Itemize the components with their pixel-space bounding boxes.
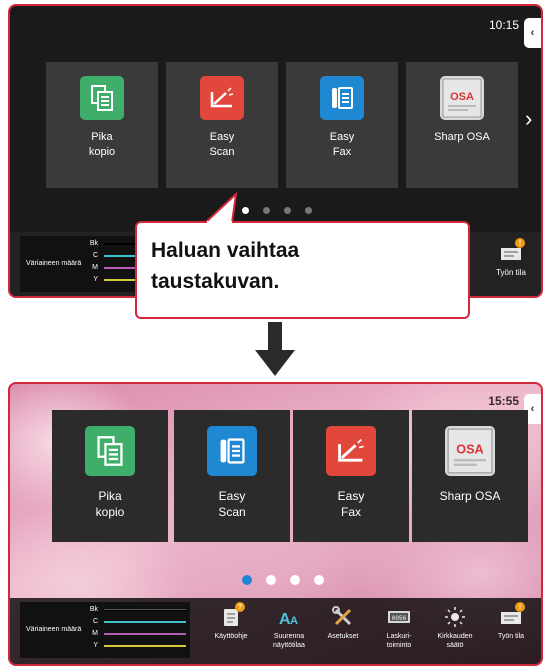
settings-icon <box>331 606 355 628</box>
clock: 15:55 <box>488 394 519 408</box>
counter-icon: 0056 <box>387 606 411 628</box>
enlarge-display-button[interactable]: AA Suurenna näyttötilaa <box>262 606 316 650</box>
manual-button[interactable]: ? Käyttöohje <box>204 602 258 641</box>
toner-bar <box>104 632 186 635</box>
notification-badge: ! <box>515 238 525 248</box>
fax-icon <box>207 426 257 476</box>
settings-button[interactable]: Asetukset <box>316 606 370 641</box>
tile-easy-scan[interactable]: Easy Scan <box>166 62 278 188</box>
toner-level-panel: Väriaineen määrä Bk C M Y <box>20 602 190 658</box>
speech-callout: Haluan vaihtaa taustakuvan. <box>135 221 470 319</box>
toner-row: C <box>86 618 186 625</box>
toner-label: Y <box>93 642 98 649</box>
toner-label: M <box>92 264 98 271</box>
chevron-left-icon: ‹ <box>530 27 535 39</box>
toner-title: Väriaineen määrä <box>26 626 82 633</box>
tile-sharp-osa[interactable]: OSA Sharp OSA <box>412 410 528 542</box>
job-status-icon: ! <box>499 238 525 264</box>
bottom-status-bar: Väriaineen määrä Bk C M Y ? Käyttöohje A… <box>10 598 541 664</box>
tile-quick-copy[interactable]: Pika kopio <box>46 62 158 188</box>
toner-bar <box>104 644 186 647</box>
page-dot[interactable] <box>314 575 324 585</box>
tile-easy-fax[interactable]: Easy Fax <box>293 410 409 542</box>
home-screen-after: 15:55 ‹ Pika kopio Easy Scan Easy Fax OS… <box>8 382 543 666</box>
tile-label: Pika kopio <box>95 489 125 519</box>
side-panel-tab[interactable]: ‹ <box>524 18 541 48</box>
toner-label: Bk <box>89 606 98 613</box>
page-dot[interactable] <box>290 575 300 585</box>
callout-line: taustakuvan. <box>151 270 280 293</box>
scan-icon <box>326 426 376 476</box>
svg-text:0056: 0056 <box>392 615 407 622</box>
page-dot[interactable] <box>305 207 312 214</box>
tile-label: Easy Fax <box>337 489 365 519</box>
notification-badge: ! <box>515 602 525 612</box>
page-dot[interactable] <box>242 575 252 585</box>
brightness-icon <box>443 606 467 628</box>
page-dot[interactable] <box>263 207 270 214</box>
toner-row: M <box>86 630 186 637</box>
tile-label: Pika kopio <box>88 131 116 158</box>
counter-button[interactable]: 0056 Laskuri- toiminto <box>372 606 426 650</box>
tile-sharp-osa[interactable]: OSA Sharp OSA <box>406 62 518 188</box>
button-label: Kirkkauden säätö <box>437 633 473 649</box>
toner-row: Bk <box>86 606 186 613</box>
toner-bar <box>104 608 186 611</box>
help-badge: ? <box>235 602 245 612</box>
tile-label: Sharp OSA <box>439 489 501 503</box>
next-page-arrow-icon[interactable]: › <box>525 106 532 132</box>
toner-label: Y <box>93 276 98 283</box>
job-status-button[interactable]: ! Työn tila <box>484 238 538 277</box>
clock: 10:15 <box>488 18 519 32</box>
svg-text:OSA: OSA <box>450 91 474 103</box>
tile-label: Easy Scan <box>218 489 246 519</box>
toner-bar <box>104 620 186 623</box>
button-label: Käyttöohje <box>214 633 248 640</box>
tile-easy-scan[interactable]: Easy Scan <box>174 410 290 542</box>
button-label: Suurenna näyttötilaa <box>273 633 305 649</box>
page-indicator <box>242 207 312 214</box>
toner-row: Y <box>86 642 186 649</box>
tile-quick-copy[interactable]: Pika kopio <box>52 410 168 542</box>
toner-label: M <box>92 630 98 637</box>
button-label: Asetukset <box>327 633 359 640</box>
osa-icon: OSA <box>440 76 484 120</box>
page-dot[interactable] <box>284 207 291 214</box>
copy-icon <box>80 76 124 120</box>
scan-icon <box>200 76 244 120</box>
toner-level-panel: Väriaineen määrä Bk C M Y <box>20 236 150 292</box>
toner-title: Väriaineen määrä <box>26 260 82 267</box>
button-label: Työn tila <box>497 633 525 640</box>
tile-label: Easy Fax <box>329 131 355 158</box>
tile-label: Sharp OSA <box>434 131 490 143</box>
tile-easy-fax[interactable]: Easy Fax <box>286 62 398 188</box>
page-dot[interactable] <box>266 575 276 585</box>
toner-label: C <box>92 252 98 259</box>
copy-icon <box>85 426 135 476</box>
job-status-icon: ! <box>499 602 525 628</box>
callout-line: Haluan vaihtaa <box>151 239 300 262</box>
button-label: Työn tila <box>496 268 526 277</box>
svg-text:A: A <box>290 615 298 626</box>
job-status-button[interactable]: ! Työn tila <box>484 602 538 641</box>
enlarge-text-icon: AA <box>277 606 301 628</box>
page-dot[interactable] <box>242 207 249 214</box>
svg-text:OSA: OSA <box>456 442 483 456</box>
chevron-left-icon: ‹ <box>530 403 535 415</box>
button-label: Laskuri- toiminto <box>386 633 412 649</box>
brightness-button[interactable]: Kirkkauden säätö <box>428 606 482 650</box>
toner-label: C <box>92 618 98 625</box>
toner-label: Bk <box>89 240 98 247</box>
page-indicator <box>242 575 324 585</box>
manual-icon: ? <box>219 602 245 628</box>
osa-icon: OSA <box>445 426 495 476</box>
fax-icon <box>320 76 364 120</box>
arrow-down-icon <box>255 322 295 376</box>
tile-label: Easy Scan <box>209 131 235 158</box>
